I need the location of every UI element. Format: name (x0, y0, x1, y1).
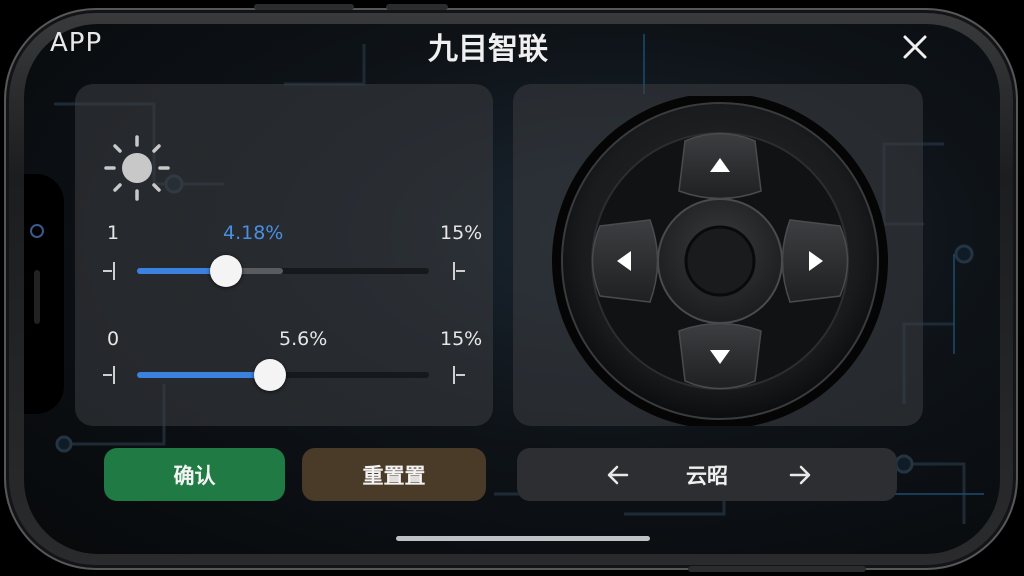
slider-max-cap-icon (453, 366, 465, 384)
arrow-left-icon (607, 465, 629, 485)
close-icon (903, 35, 927, 59)
slider1-min-label: 1 (107, 222, 120, 244)
slider-max-cap-icon (453, 262, 465, 280)
volume-up-button (254, 4, 354, 10)
sun-icon (104, 135, 170, 201)
power-button (688, 566, 866, 572)
app-label: APP (50, 28, 103, 58)
slider2-min-label: 0 (107, 328, 120, 350)
close-button[interactable] (900, 32, 930, 62)
confirm-button[interactable]: 确认 (104, 448, 285, 501)
slider-fill (137, 372, 270, 378)
volume-down-button (386, 4, 448, 10)
slider2-max-label: 15% (440, 328, 483, 350)
slider-thumb[interactable] (253, 359, 286, 391)
earpiece-speaker (34, 270, 40, 324)
camera-notch (24, 174, 64, 414)
nav-label: 云昭 (686, 464, 728, 488)
slider1-max-label: 15% (440, 222, 483, 244)
device-stage: APP 九目智联 1 4.18% 15% 0 5.6% 15% 确认 重置置 云… (0, 0, 1024, 576)
brightness-panel: 1 4.18% 15% 0 5.6% 15% (75, 84, 493, 426)
slider-track (137, 255, 429, 287)
slider1-value-label: 4.18% (223, 222, 284, 244)
nav-next-button[interactable] (785, 460, 815, 490)
reset-button[interactable]: 重置置 (302, 448, 486, 501)
slider-min-cap-icon (103, 262, 115, 280)
home-indicator[interactable] (396, 536, 650, 541)
slider-track (137, 359, 429, 391)
nav-prev-button[interactable] (603, 460, 633, 490)
page-title: 九目智联 (428, 32, 548, 67)
slider2-value-label: 5.6% (279, 328, 328, 350)
arrow-right-icon (789, 465, 811, 485)
ptz-joystick[interactable] (535, 96, 905, 426)
brightness-slider-1[interactable] (103, 255, 465, 287)
slider-thumb[interactable] (210, 255, 243, 287)
center-button[interactable] (684, 225, 756, 297)
slider-min-cap-icon (103, 366, 115, 384)
brightness-slider-2[interactable] (103, 359, 465, 391)
front-camera (30, 224, 44, 238)
preset-nav: 云昭 (517, 448, 897, 501)
